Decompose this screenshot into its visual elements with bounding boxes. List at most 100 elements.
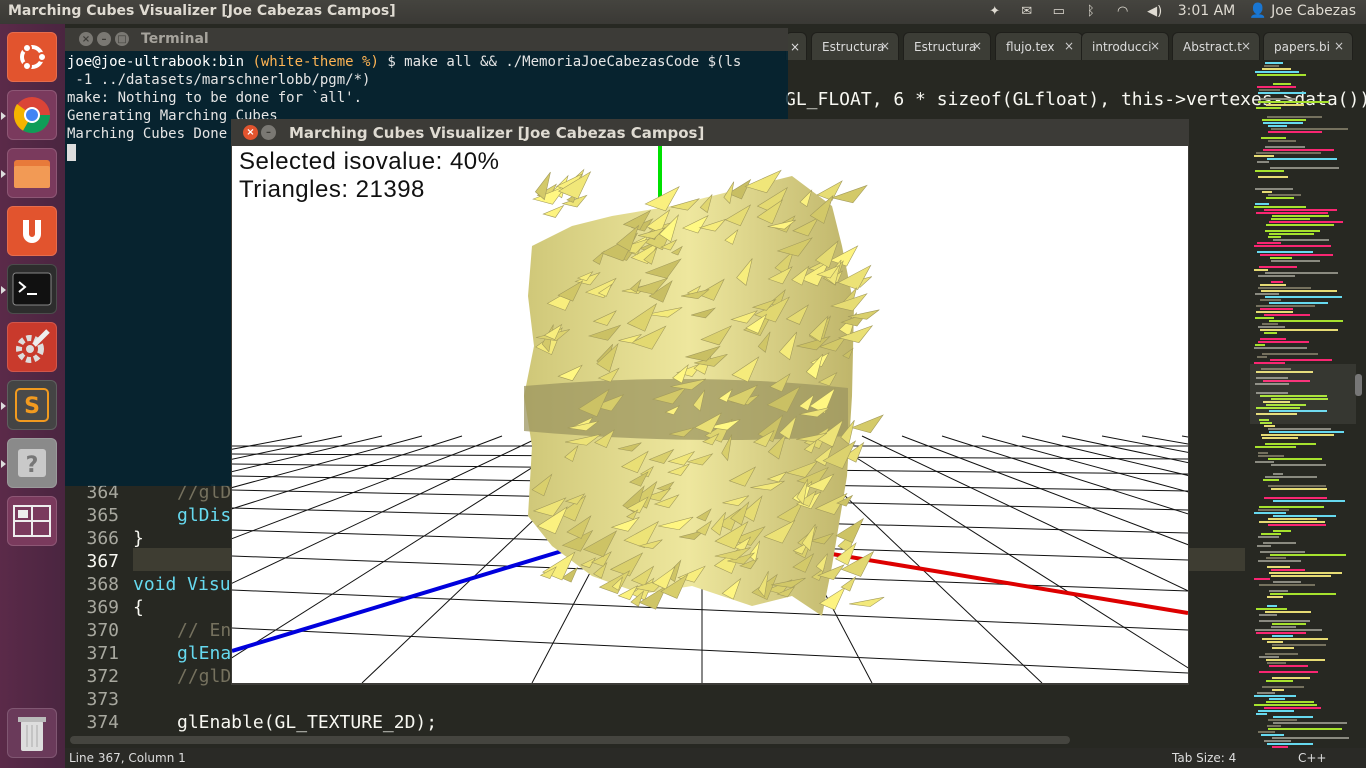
minimap-line <box>1254 206 1306 208</box>
minimap-viewport[interactable] <box>1250 364 1356 424</box>
mail-icon[interactable]: ✉ <box>1018 3 1036 19</box>
code-line[interactable]: glEna <box>177 643 231 664</box>
minimap-line <box>1268 719 1297 721</box>
user-menu[interactable]: 👤 Joe Cabezas <box>1249 3 1356 19</box>
minimap-line <box>1255 293 1279 295</box>
minimap-line <box>1269 572 1342 574</box>
maximize-icon[interactable]: □ <box>115 32 129 46</box>
terminal-titlebar[interactable]: × – □ Terminal <box>65 28 788 51</box>
editor-tab[interactable]: Abstract.t × <box>1172 32 1260 60</box>
close-icon[interactable]: × <box>243 125 258 140</box>
gl-canvas[interactable]: Selected isovalue: 40% Triangles: 21398 <box>232 146 1188 683</box>
code-line[interactable]: //glD <box>177 666 231 687</box>
line-number: 367 <box>86 551 119 572</box>
vertical-scrollbar[interactable] <box>1355 374 1362 396</box>
tab-size-selector[interactable]: Tab Size: 4 <box>1172 751 1236 765</box>
minimap-line <box>1270 167 1339 169</box>
editor-tab[interactable]: papers.bi × <box>1263 32 1353 60</box>
grid-line <box>232 627 1188 674</box>
line-number: 374 <box>86 712 119 733</box>
minimap-line <box>1272 737 1349 739</box>
code-line[interactable]: void Visu <box>133 574 231 595</box>
editor-tab[interactable]: flujo.tex × <box>995 32 1083 60</box>
tab-close-icon[interactable]: × <box>972 39 982 53</box>
minimize-icon[interactable]: – <box>261 125 276 140</box>
minimap-line <box>1260 551 1305 553</box>
volume-icon[interactable]: ◀) <box>1146 3 1164 19</box>
code-line[interactable]: glDis <box>177 505 231 526</box>
visualizer-window[interactable]: × – Marching Cubes Visualizer [Joe Cabez… <box>231 119 1189 685</box>
ubuntu-dash-icon[interactable] <box>7 32 57 82</box>
horizontal-scrollbar[interactable] <box>70 736 1070 744</box>
minimap-line <box>1268 140 1296 142</box>
syntax-selector[interactable]: C++ <box>1298 751 1327 765</box>
visualizer-titlebar[interactable]: × – Marching Cubes Visualizer [Joe Cabez… <box>231 119 1189 146</box>
close-icon[interactable]: × <box>79 32 93 46</box>
system-settings-icon[interactable] <box>7 322 57 372</box>
active-app-title: Marching Cubes Visualizer [Joe Cabezas C… <box>8 3 396 19</box>
minimap-line <box>1258 287 1311 289</box>
terminal-icon[interactable] <box>7 264 57 314</box>
minimap-line <box>1270 359 1332 361</box>
editor-tab[interactable]: Estructura × <box>903 32 991 60</box>
tab-close-icon[interactable]: × <box>1334 39 1344 53</box>
prompt-user: joe@joe-ultrabook <box>67 54 211 70</box>
prompt-dir: :bin <box>210 54 245 70</box>
running-indicator <box>1 286 6 294</box>
chrome-icon[interactable] <box>7 90 57 140</box>
minimap-line <box>1266 659 1325 661</box>
minimap-line <box>1257 86 1296 88</box>
minimap-line <box>1262 686 1304 688</box>
wifi-icon[interactable]: ◠ <box>1114 3 1132 19</box>
svg-text:S: S <box>24 394 40 419</box>
minimap-line <box>1273 581 1301 583</box>
minimap-line <box>1254 695 1296 697</box>
tab-label: Abstract.t <box>1183 39 1242 54</box>
tab-close-partial[interactable]: × <box>785 32 807 60</box>
tab-close-icon[interactable]: × <box>1241 39 1251 53</box>
bluetooth-icon[interactable]: ᛒ <box>1082 3 1100 19</box>
code-line[interactable]: glEnable(GL_TEXTURE_2D); <box>177 712 437 733</box>
status-bar: Line 367, Column 1 Tab Size: 4 C++ <box>65 748 1366 768</box>
tab-close-icon[interactable]: × <box>1150 39 1160 53</box>
cursor-position: Line 367, Column 1 <box>69 751 186 765</box>
files-icon[interactable] <box>7 148 57 198</box>
tab-close-icon[interactable]: × <box>1064 39 1074 53</box>
workspace-switcher-icon[interactable] <box>7 496 57 546</box>
minimap-line <box>1262 437 1298 439</box>
minimap-line <box>1265 296 1342 298</box>
minimap-line <box>1258 176 1288 178</box>
prompt-branch: (white-theme %) <box>252 54 379 70</box>
minimap-line <box>1261 137 1286 139</box>
minimap-line <box>1268 125 1287 127</box>
minimap-line <box>1260 329 1338 331</box>
minimap-line <box>1273 722 1347 724</box>
mesh-facet <box>849 596 885 607</box>
clock[interactable]: 3:01 AM <box>1178 3 1236 19</box>
code-line[interactable]: // En <box>177 620 231 641</box>
minimize-icon[interactable]: – <box>97 32 111 46</box>
code-line[interactable]: { <box>133 597 144 618</box>
ubuntu-one-icon[interactable] <box>7 206 57 256</box>
code-line[interactable]: } <box>133 528 144 549</box>
minimap-line <box>1261 290 1337 292</box>
minimap-line <box>1258 731 1275 733</box>
user-icon: 👤 <box>1249 3 1272 19</box>
editor-tab[interactable]: Estructura × <box>811 32 899 60</box>
sublime-text-icon[interactable]: S <box>7 380 57 430</box>
minimap-line <box>1272 677 1310 679</box>
command-text: $ make all && ./MemoriaJoeCabezasCode $(… <box>378 54 742 70</box>
battery-icon[interactable]: ▭ <box>1050 3 1068 19</box>
line-number: 368 <box>86 574 119 595</box>
minimap-line <box>1264 707 1321 709</box>
minimap-line <box>1272 623 1306 625</box>
tab-close-icon[interactable]: × <box>790 40 800 54</box>
trash-icon[interactable] <box>7 708 57 758</box>
tab-close-icon[interactable]: × <box>880 39 890 53</box>
dropbox-icon[interactable]: ✦ <box>986 3 1004 19</box>
help-icon[interactable]: ? <box>7 438 57 488</box>
editor-tab[interactable]: introducci × <box>1081 32 1169 60</box>
minimap-line <box>1262 68 1291 70</box>
minimap-line <box>1272 644 1326 646</box>
minimap-line <box>1263 149 1334 151</box>
